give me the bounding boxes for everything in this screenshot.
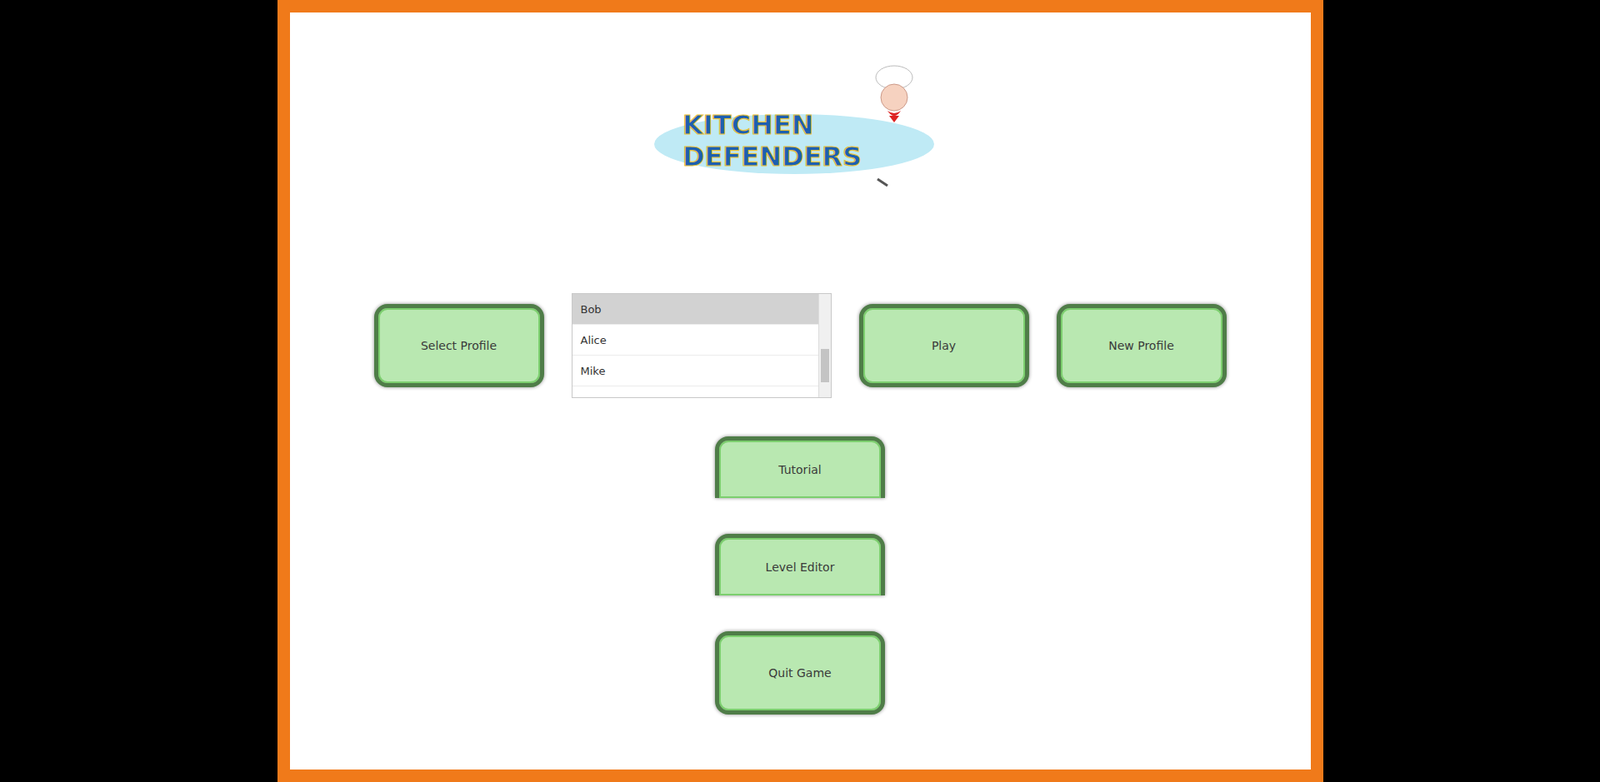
select-profile-button[interactable]: Select Profile <box>374 304 545 388</box>
svg-text:DEFENDERS: DEFENDERS <box>682 140 862 173</box>
profile-item[interactable]: Mike <box>572 355 819 387</box>
menu-frame: KITCHENDEFENDERS Select Profile BobAliceMi… <box>277 0 1324 782</box>
logo-icon: KITCHENDEFENDERS <box>627 62 974 188</box>
profile-list[interactable]: BobAliceMike <box>571 293 832 399</box>
profile-row: Select Profile BobAliceMike Play New Profil… <box>374 293 1227 399</box>
main-menu: Tutorial Level Editor Quit Game <box>715 436 885 730</box>
play-button[interactable]: Play <box>859 304 1030 388</box>
menu-button[interactable]: Tutorial <box>715 436 885 499</box>
game-logo: KITCHENDEFENDERS <box>627 62 974 188</box>
new-profile-button[interactable]: New Profile <box>1056 304 1227 388</box>
profile-item[interactable]: Bob <box>572 294 819 325</box>
screen: KITCHENDEFENDERS Select Profile BobAliceMi… <box>0 0 1600 782</box>
profile-item[interactable]: Alice <box>572 325 819 356</box>
menu-button[interactable]: Quit Game <box>715 631 885 715</box>
menu-button[interactable]: Level Editor <box>715 534 885 596</box>
svg-text:KITCHEN: KITCHEN <box>682 109 814 141</box>
list-scrollbar[interactable] <box>818 294 831 398</box>
